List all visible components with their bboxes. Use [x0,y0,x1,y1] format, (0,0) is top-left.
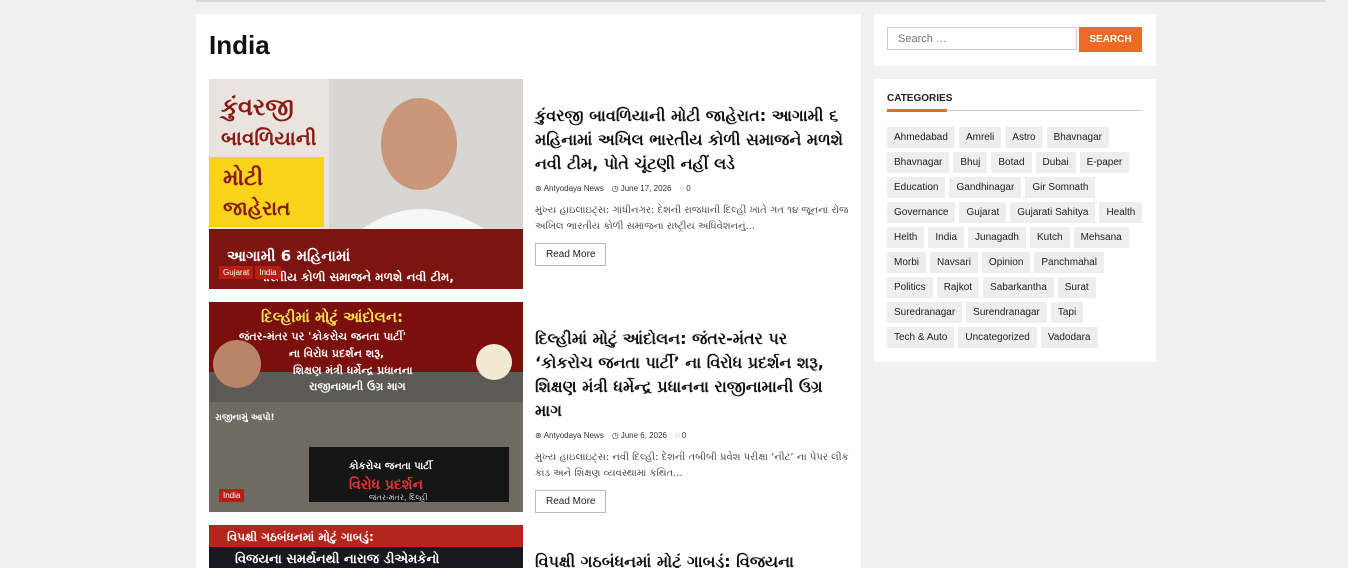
post-author[interactable]: Antyodaya News [544,184,604,193]
post-date: June 17, 2026 [620,184,672,193]
post-content: કુંવરજી બાવળિયાની મોટી જાહેરાત: આગામી ૬ … [535,104,849,266]
category-link[interactable]: Morbi [887,252,927,273]
thumb-text: શિક્ષણ મંત્રી ધર્મેન્દ્ર પ્રધાનના [293,363,413,377]
post-thumbnail[interactable]: કુંવરજી બાવળિયાની મોટી જાહેરાત આગામી 6 મ… [209,79,523,289]
categories-widget: CATEGORIES Ahmedabad Amreli Astro Bhavnagar… [874,79,1156,362]
search-input[interactable] [887,27,1077,50]
category-link[interactable]: Astro [1005,127,1043,148]
category-link[interactable]: Botad [991,152,1032,173]
thumb-text: વિજયના સમર્થનથી નારાજ ડીએમકેનો [235,550,439,567]
comment-icon: ◌ [674,431,680,440]
main-content: India કુંવરજી બાવળિયાની મોટી જાહેરાત આગા… [196,14,861,568]
read-more-button[interactable]: Read More [535,490,607,513]
category-link[interactable]: Gir Somnath [1025,177,1096,198]
category-link[interactable]: Surat [1057,277,1096,298]
post-comments[interactable]: 0 [686,184,690,193]
post-title[interactable]: કુંવરજી બાવળિયાની મોટી જાહેરાત: આગામી ૬ … [535,104,849,176]
category-link[interactable]: Helth [887,227,925,248]
category-link[interactable]: Opinion [981,252,1031,273]
category-link[interactable]: India [928,227,965,248]
thumb-text: વિપક્ષી ગઠબંધનમાં મોટું ગાબડું: [227,529,374,545]
top-divider [196,0,1326,2]
post-comments[interactable]: 0 [682,431,686,440]
page-title: India [209,30,270,60]
category-tag[interactable]: India [255,266,281,279]
thumb-text: કુંવરજી [218,93,293,122]
category-link[interactable]: Junagadh [968,227,1026,248]
thumb-text: કોકરોચ જનતા પાર્ટી [349,458,434,472]
category-link[interactable]: Bhavnagar [1046,127,1109,148]
thumb-text: ભારતીય કોળી સમાજને મળશે નવી ટીમ, [257,269,454,284]
search-button[interactable]: SEARCH [1079,27,1142,52]
category-link[interactable]: Panchmahal [1034,252,1104,273]
category-link[interactable]: Governance [887,202,956,223]
category-link[interactable]: Sabarkantha [983,277,1054,298]
category-link[interactable]: Tech & Auto [887,327,955,348]
category-link[interactable]: Gujarat [959,202,1007,223]
post-title[interactable]: વિપક્ષી ગઠબંધનમાં મોટું ગાબડું: વિજયના [535,550,849,568]
category-link[interactable]: Mehsana [1073,227,1129,248]
post-card: કુંવરજી બાવળિયાની મોટી જાહેરાત આગામી 6 મ… [209,79,849,289]
thumb-text: મોટી [223,164,263,191]
thumb-text: આગામી 6 મહિનામાં [227,247,351,265]
thumb-text: જાહેરાત [223,196,290,220]
post-title[interactable]: દિલ્હીમાં મોટું આંદોલન: જંતર-મંતર પર ‘કો… [535,327,849,423]
post-content: દિલ્હીમાં મોટું આંદોલન: જંતર-મંતર પર ‘કો… [535,327,849,513]
post-excerpt: મુખ્ય હાઇલાઇટ્સ: ગાંધીનગર: દેશની રાજધાની… [535,205,849,232]
thumb-text: ના વિરોધ પ્રદર્શન શરૂ, [289,346,384,360]
category-cloud: Ahmedabad Amreli Astro Bhavnagar Bhavnagar Bh… [887,127,1147,348]
thumb-text: બાવળિયાની [221,126,317,150]
post-thumbnail[interactable]: વિપક્ષી ગઠબંધનમાં મોટું ગાબડું: વિજયના સ… [209,525,523,568]
read-more-button[interactable]: Read More [535,243,607,266]
category-tag[interactable]: Gujarat [219,266,254,279]
post-meta: ⊛ Antyodaya News ◷ June 17, 2026 ◌ 0 [535,184,849,193]
post-thumbnail[interactable]: દિલ્હીમાં મોટું આંદોલન: જંતર-મંતર પર 'કો… [209,302,523,512]
comment-icon: ◌ [679,184,685,193]
thumb-text: જંતર-મંતર પર 'કોકરોચ જનતા પાર્ટી' [239,329,406,343]
category-link[interactable]: Tapi [1050,302,1084,323]
category-link[interactable]: Bhuj [953,152,988,173]
post-card: દિલ્હીમાં મોટું આંદોલન: જંતર-મંતર પર 'કો… [209,302,849,513]
clock-icon: ◷ [611,184,619,193]
thumb-text: જંતર-મંતર, દિલ્હી [369,492,427,502]
post-date: June 6, 2026 [620,431,667,440]
post-excerpt: મુખ્ય હાઇલાઇટ્સ: નવી દિલ્હી: દેશની તબીબી… [535,452,849,479]
category-link[interactable]: Uncategorized [958,327,1037,348]
category-link[interactable]: Health [1099,202,1143,223]
category-link[interactable]: Surendranagar [966,302,1047,323]
category-link[interactable]: Gujarati Sahitya [1010,202,1096,223]
category-link[interactable]: Amreli [958,127,1002,148]
post-content: વિપક્ષી ગઠબંધનમાં મોટું ગાબડું: વિજયના [535,550,849,568]
post-categories: India [219,489,245,502]
thumb-text: રાજીનામાની ઉગ્ર માગ [309,379,406,394]
post-categories: Gujarat India [219,266,281,279]
category-link[interactable]: E-paper [1079,152,1130,173]
category-link[interactable]: Vadodara [1040,327,1098,348]
categories-heading: CATEGORIES [887,93,1142,112]
category-link[interactable]: Education [887,177,946,198]
category-link[interactable]: Ahmedabad [887,127,955,148]
category-link[interactable]: Dubai [1035,152,1076,173]
category-link[interactable]: Navsari [930,252,978,273]
user-icon: ⊛ [535,184,542,193]
category-link[interactable]: Suredranagar [887,302,963,323]
search-widget: SEARCH [874,14,1156,66]
category-link[interactable]: Bhavnagar [887,152,950,173]
post-author[interactable]: Antyodaya News [544,431,604,440]
post-card: વિપક્ષી ગઠબંધનમાં મોટું ગાબડું: વિજયના સ… [209,525,849,568]
user-icon: ⊛ [535,431,542,440]
clock-icon: ◷ [611,431,619,440]
post-meta: ⊛ Antyodaya News ◷ June 6, 2026 ◌ 0 [535,431,849,440]
category-link[interactable]: Gandhinagar [949,177,1022,198]
category-link[interactable]: Rajkot [936,277,980,298]
category-link[interactable]: Politics [887,277,933,298]
category-tag[interactable]: India [219,489,245,502]
category-link[interactable]: Kutch [1029,227,1070,248]
thumb-text: દિલ્હીમાં મોટું આંદોલન: [261,307,403,326]
thumb-text: વિરોધ પ્રદર્શન [349,475,424,493]
